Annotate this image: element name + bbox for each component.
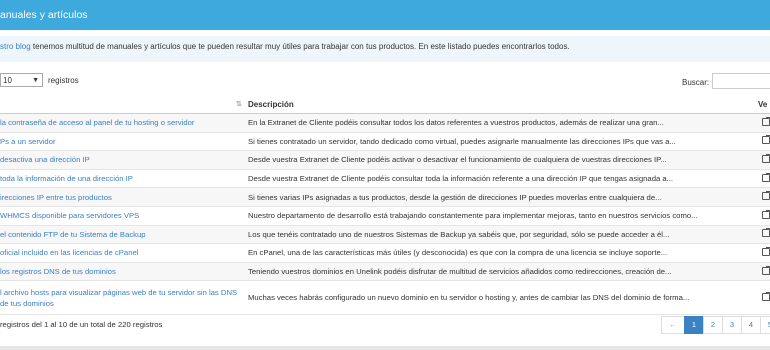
article-link[interactable]: desactiva una dirección IP [0,155,90,164]
external-link-icon[interactable] [762,291,770,301]
article-description: Desde vuestra Extranet de Cliente podéis… [240,150,758,170]
pagination-page-3[interactable]: 3 [722,316,742,334]
pagination-page-1[interactable]: 1 [684,316,704,334]
pagination-page-5[interactable]: 5 [760,316,770,334]
article-title-cell: WHMCS disponible para servidores VPS [0,206,240,226]
page-size-value: 10 [3,76,12,85]
view-cell [758,280,770,316]
intro-box: stro blog tenemos multitud de manuales y… [0,36,770,62]
view-cell [758,206,770,226]
article-title-cell: el contenido FTP de tu Sistema de Backup [0,225,240,245]
view-cell [758,150,770,170]
article-link[interactable]: toda la información de una dirección IP [0,174,133,183]
article-description: Desde vuestra Extranet de Cliente podéis… [240,169,758,189]
table-row: oficial incluido en las licencias de cPa… [0,243,770,263]
article-link[interactable]: oficial incluido en las licencias de cPa… [0,248,138,257]
external-link-icon[interactable] [762,172,770,182]
external-link-icon[interactable] [762,228,770,238]
external-link-icon[interactable] [762,246,770,256]
pagination-prev-button[interactable]: ← [661,316,685,334]
search-input[interactable] [712,73,770,89]
article-link[interactable]: irecciones IP entre tus productos [0,193,112,202]
blog-link[interactable]: stro blog [0,42,31,51]
article-link[interactable]: la contraseña de acceso al panel de tu h… [0,118,194,127]
view-cell [758,113,770,133]
article-title-cell: los registros DNS de tus dominios [0,262,240,282]
table-row: irecciones IP entre tus productos Si tien… [0,187,770,207]
article-link[interactable]: Ps a un servidor [0,137,56,146]
intro-text: stro blog tenemos multitud de manuales y… [0,42,570,51]
table-info: registros del 1 al 10 de un total de 220… [0,320,163,329]
article-title-cell: l archivo hosts para visualizar páginas … [0,280,240,316]
table-row: toda la información de una dirección IP D… [0,169,770,189]
article-description: Si tienes varias IPs asignadas a tus pro… [240,187,758,207]
external-link-icon[interactable] [762,191,770,201]
article-link[interactable]: el contenido FTP de tu Sistema de Backup [0,230,146,239]
divider [0,346,770,350]
article-title-cell: desactiva una dirección IP [0,150,240,170]
table-row: l archivo hosts para visualizar páginas … [0,280,770,316]
article-title-cell: Ps a un servidor [0,132,240,152]
search-label: Buscar: [682,78,710,87]
table-row: la contraseña de acceso al panel de tu h… [0,113,770,133]
page-size-label: registros [48,76,79,85]
article-title-cell: toda la información de una dirección IP [0,169,240,189]
article-description: Si tienes contratado un servidor, tando … [240,132,758,152]
pagination-page-2[interactable]: 2 [703,316,723,334]
view-cell [758,225,770,245]
column-header-title[interactable]: ⇅ [0,95,242,114]
article-description: En la Extranet de Cliente podéis consult… [240,113,758,133]
external-link-icon[interactable] [762,135,770,145]
view-cell [758,262,770,282]
table-row: WHMCS disponible para servidores VPS Nues… [0,206,770,226]
chevron-down-icon: ▼ [32,77,39,84]
table-row: el contenido FTP de tu Sistema de Backup… [0,225,770,245]
article-title-cell: oficial incluido en las licencias de cPa… [0,243,240,263]
view-cell [758,187,770,207]
external-link-icon[interactable] [762,153,770,163]
column-header-view[interactable]: Ve [758,95,770,114]
article-description: Teniendo vuestros dominios en Unelink po… [240,262,758,282]
pagination-page-4[interactable]: 4 [741,316,761,334]
view-cell [758,243,770,263]
article-link[interactable]: los registros DNS de tus dominios [0,267,116,276]
article-description: Muchas veces habrás configurado un nuevo… [240,280,758,316]
article-link[interactable]: WHMCS disponible para servidores VPS [0,211,139,220]
table-row: los registros DNS de tus dominios Teniend… [0,262,770,282]
column-header-description[interactable]: Descripción [240,95,758,114]
view-cell [758,132,770,152]
external-link-icon[interactable] [762,265,770,275]
page-size-select[interactable]: 10 ▼ [0,73,43,87]
article-description: Los que tenéis contratado uno de nuestro… [240,225,758,245]
external-link-icon[interactable] [762,209,770,219]
article-description: Nuestro departamento de desarrollo está … [240,206,758,226]
table-row: Ps a un servidor Si tienes contratado un … [0,132,770,152]
intro-body: tenemos multitud de manuales y artículos… [30,42,570,51]
article-link[interactable]: l archivo hosts para visualizar páginas … [0,287,240,309]
articles-table: ⇅ Descripción Ve la contraseña de acceso… [0,95,770,316]
panel-header: anuales y artículos [0,0,770,30]
article-description: En cPanel, una de las características má… [240,243,758,263]
external-link-icon[interactable] [762,116,770,126]
table-row: desactiva una dirección IP Desde vuestra … [0,150,770,170]
view-cell [758,169,770,189]
article-title-cell: irecciones IP entre tus productos [0,187,240,207]
article-title-cell: la contraseña de acceso al panel de tu h… [0,113,240,133]
panel-title: anuales y artículos [0,9,88,21]
table-controls: 10 ▼ registros Buscar: [0,72,770,92]
